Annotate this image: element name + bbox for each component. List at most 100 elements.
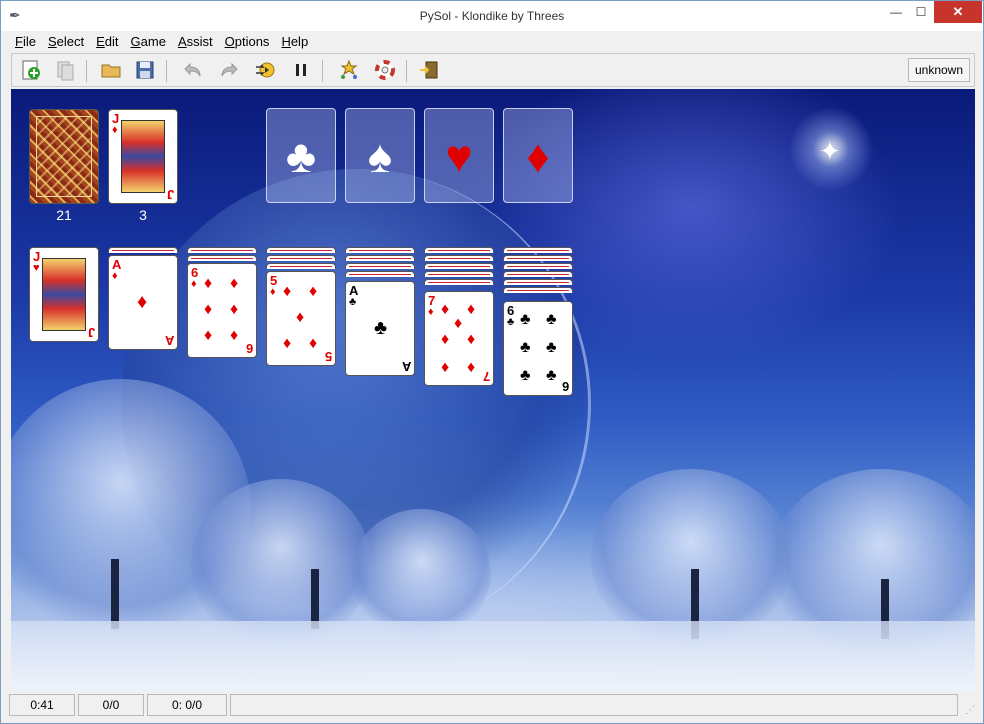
pause-button[interactable] [288,58,314,82]
foundation-diamonds[interactable]: ♦ [503,108,573,203]
quit-button[interactable] [416,58,442,82]
toolbar-separator [86,60,87,82]
player-status[interactable]: unknown [908,58,970,82]
face-down-card [503,279,573,285]
menu-select[interactable]: Select [42,33,90,51]
face-down-card [266,247,336,253]
tableau-card[interactable]: 5 ♦ ♦ ♦ ♦ ♦ ♦ 5 [266,271,336,366]
new-game-icon [22,60,40,80]
foundation-hearts[interactable]: ♥ [424,108,494,203]
menu-help[interactable]: Help [275,33,314,51]
card-rank-bottom: A [164,333,174,348]
card-back-pattern [36,116,92,197]
tableau-card[interactable]: A ♣ ♣ A [345,281,415,376]
card-suit: ♣ [507,316,515,328]
redo-button[interactable] [216,58,242,82]
menu-edit[interactable]: Edit [90,33,124,51]
menu-game[interactable]: Game [125,33,172,51]
undo-icon [184,62,201,77]
moves-display: 0/0 [78,694,144,716]
stock-pile[interactable] [29,109,99,204]
autodrop-icon [256,62,275,78]
card-pip: ♦ [204,301,213,318]
menu-assist[interactable]: Assist [172,33,219,51]
undo-button[interactable] [180,58,206,82]
foundation-spades[interactable]: ♠ [345,108,415,203]
foundation-clubs[interactable]: ♣ [266,108,336,203]
card-pip: ♣ [546,311,557,328]
card-rank-bottom: 6 [245,341,253,356]
card-pip: ♦ [230,301,239,318]
autodrop-button[interactable] [252,58,278,82]
toolbar-separator [406,60,407,82]
close-button[interactable]: ✕ [934,1,982,23]
waste-count: 3 [139,207,147,223]
face-down-card [187,247,257,253]
toolbar-separator [322,60,323,82]
help-button[interactable] [372,58,398,82]
waste-pile[interactable]: J ♦ J [108,109,178,204]
save-button[interactable] [132,58,158,82]
face-down-card [345,247,415,253]
card-pip: ♦ [467,301,476,318]
menu-file[interactable]: File [9,33,42,51]
card-rank-bottom: 7 [482,369,490,384]
card-pip: ♣ [374,317,388,339]
redo-icon [221,62,238,77]
face-down-card [424,247,494,253]
tableau-card[interactable]: 7 ♦ ♦ ♦ ♦ ♦ ♦ ♦ ♦ 7 [424,291,494,386]
face-down-card [424,271,494,277]
face-down-card [108,247,178,253]
card-pip: ♦ [467,359,476,376]
card-pip: ♦ [441,301,450,318]
menu-options[interactable]: Options [219,33,276,51]
tableau-card[interactable]: A ♦ ♦ A [108,255,178,350]
pysol-window: ✒ PySol - Klondike by Threes — ☐ ✕ File … [0,0,984,724]
card-pip: ♦ [230,327,239,344]
card-pip: ♦ [309,283,318,300]
stars-icon [340,59,358,79]
jack-face-art [121,120,165,193]
save-icon [136,61,154,79]
new-game-button[interactable] [18,58,44,82]
spade-suit-icon: ♠ [367,129,393,182]
face-down-card [345,271,415,277]
resize-grip-icon[interactable]: ⋰ [961,704,975,718]
card-suit: ♥ [33,262,40,274]
face-down-card [424,279,494,285]
card-pip: ♣ [546,339,557,356]
maximize-button[interactable]: ☐ [906,1,936,23]
toolbar-separator [166,60,167,82]
card-suit: ♦ [112,124,118,136]
face-down-card [345,263,415,269]
time-display: 0:41 [9,694,75,716]
diamond-suit-icon: ♦ [526,129,550,182]
card-rank-bottom: J [166,187,174,202]
game-table[interactable]: ✦ 21 J ♦ J 3 ♣ ♠ ♥ ♦ J ♥ J A ♦ ♦ A 6 ♦ ♦… [11,89,975,691]
card-pip: ♣ [520,311,531,328]
card-pip: ♦ [204,327,213,344]
stock-count: 21 [56,207,72,223]
face-down-card [503,271,573,277]
card-rank-bottom: 5 [324,349,332,364]
heart-suit-icon: ♥ [445,129,473,182]
card-suit: ♣ [349,296,357,308]
open-button[interactable] [98,58,124,82]
window-title: PySol - Klondike by Threes [419,9,565,23]
statistics-button[interactable] [336,58,362,82]
tableau-card[interactable]: 6 ♣ ♣ ♣ ♣ ♣ ♣ ♣ 6 [503,301,573,396]
card-pip: ♦ [137,291,148,313]
face-down-card [503,255,573,261]
tableau-card[interactable]: J ♥ J [29,247,99,342]
tableau-card[interactable]: 6 ♦ ♦ ♦ ♦ ♦ ♦ ♦ 6 [187,263,257,358]
card-pip: ♦ [441,331,450,348]
card-rank-bottom: 6 [561,379,569,394]
card-suit: ♦ [270,286,276,298]
status-bar: 0:41 0/0 0: 0/0 ⋰ [9,694,975,718]
restart-button[interactable] [52,58,78,82]
face-down-card [345,255,415,261]
lifebuoy-icon [375,60,395,80]
card-pip: ♦ [204,275,213,292]
title-bar[interactable]: ✒ PySol - Klondike by Threes — ☐ ✕ [1,1,983,31]
card-pip: ♦ [283,283,292,300]
